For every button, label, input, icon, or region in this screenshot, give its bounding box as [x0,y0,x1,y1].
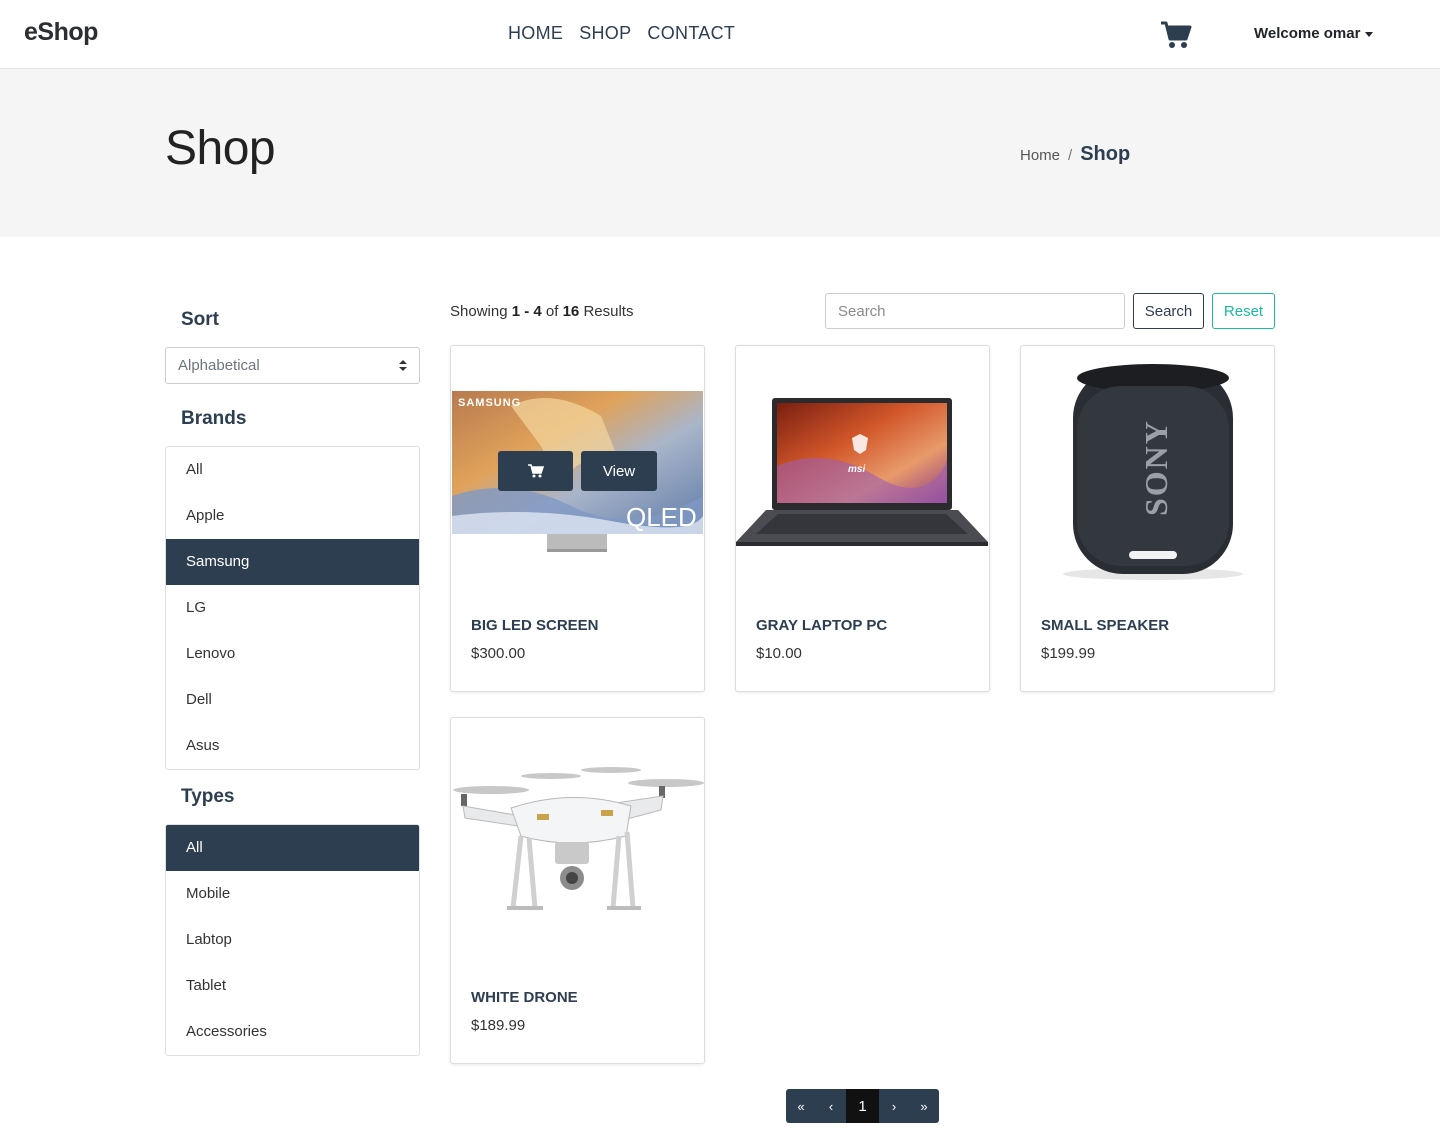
showing-of: of [541,303,563,320]
add-to-cart-button[interactable] [498,451,573,491]
product-image-laptop: msi [736,346,989,586]
brand-item-apple[interactable]: Apple [166,493,419,539]
product-price: $199.99 [1041,645,1096,662]
pagination-prev[interactable]: ‹ [816,1089,846,1123]
user-menu-dropdown[interactable]: Welcome omar [1254,25,1374,42]
results-range: 1 - 4 [511,303,542,320]
breadcrumb-home[interactable]: Home [1020,147,1060,164]
results-count: Showing 1 - 4 of 16 Results [450,303,633,320]
cart-icon [527,464,544,478]
product-card[interactable]: SAMSUNG QLED View BIG LED SCREEN $300.00 [450,345,705,692]
navbar: eShop HOME SHOP CONTACT Welcome omar [0,0,1440,69]
page-title: Shop [165,122,276,175]
type-item-all[interactable]: All [166,825,419,871]
types-list: All Mobile Labtop Tablet Accessories [165,824,420,1056]
pagination-page-1[interactable]: 1 [846,1089,879,1123]
tv-brand-text: SAMSUNG [458,397,521,409]
type-item-labtop[interactable]: Labtop [166,917,419,963]
product-price: $10.00 [756,645,802,662]
type-item-mobile[interactable]: Mobile [166,871,419,917]
sort-selected-value: Alphabetical [178,357,260,374]
speaker-logo-text: SONY [1138,419,1174,516]
brand-item-asus[interactable]: Asus [166,723,419,769]
search-button[interactable]: Search [1133,293,1204,329]
pagination-next[interactable]: › [879,1089,909,1123]
product-image-speaker: SONY [1021,346,1274,586]
reset-button[interactable]: Reset [1212,293,1275,329]
cart-icon[interactable] [1160,20,1192,50]
brands-list: All Apple Samsung LG Lenovo Dell Asus [165,446,420,770]
pagination-first[interactable]: « [786,1089,816,1123]
nav-link-home[interactable]: HOME [508,23,563,44]
breadcrumb: Home / Shop [1020,143,1130,166]
nav-links: HOME SHOP CONTACT [508,23,735,44]
brand-item-samsung[interactable]: Samsung [166,539,419,585]
showing-results: Results [579,303,634,320]
brand-item-lenovo[interactable]: Lenovo [166,631,419,677]
laptop-logo-text: msi [848,464,865,475]
product-name: SMALL SPEAKER [1041,617,1170,634]
card-actions: View [498,451,657,491]
type-item-accessories[interactable]: Accessories [166,1009,419,1055]
select-arrows-icon [399,360,407,372]
type-item-tablet[interactable]: Tablet [166,963,419,1009]
product-card[interactable]: msi GRAY LAPTOP PC $10.00 [735,345,990,692]
page-header: Shop Home / Shop [0,69,1440,237]
search-input[interactable] [825,293,1125,329]
product-name: GRAY LAPTOP PC [756,617,888,634]
showing-prefix: Showing [450,303,512,320]
nav-link-shop[interactable]: SHOP [579,23,631,44]
product-name: WHITE DRONE [471,989,578,1006]
product-card[interactable]: SONY SMALL SPEAKER $199.99 [1020,345,1275,692]
view-button[interactable]: View [581,451,657,491]
product-image-tv: SAMSUNG QLED View [451,346,704,586]
results-total: 16 [562,303,580,320]
brands-title: Brands [181,408,247,429]
brand-item-dell[interactable]: Dell [166,677,419,723]
breadcrumb-separator: / [1068,147,1073,164]
brand-logo[interactable]: eShop [24,18,98,47]
pagination: « ‹ 1 › » [786,1089,939,1123]
product-price: $300.00 [471,645,526,662]
product-card[interactable]: WHITE DRONE $189.99 [450,717,705,1064]
product-image-drone [451,718,704,958]
tv-model-text: QLED [626,502,697,532]
sort-title: Sort [181,309,219,330]
sort-select[interactable]: Alphabetical [165,347,420,384]
welcome-label: Welcome omar [1254,25,1361,42]
brand-item-all[interactable]: All [166,447,419,493]
product-price: $189.99 [471,1017,526,1034]
pagination-last[interactable]: » [909,1089,939,1123]
brand-item-lg[interactable]: LG [166,585,419,631]
caret-down-icon [1365,31,1374,37]
product-name: BIG LED SCREEN [471,617,599,634]
breadcrumb-current: Shop [1080,143,1131,165]
types-title: Types [181,786,235,807]
nav-link-contact[interactable]: CONTACT [647,23,735,44]
